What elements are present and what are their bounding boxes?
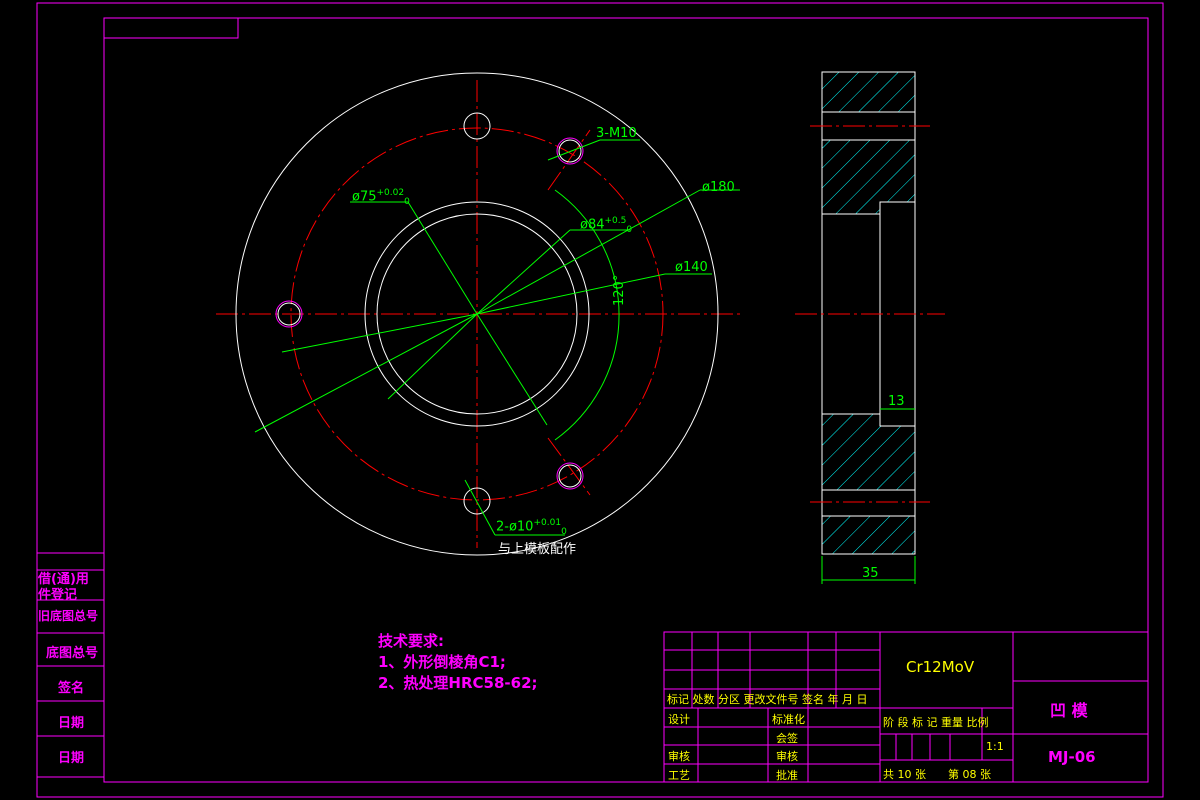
- design-label: 设计: [668, 713, 690, 726]
- standardize-label: 标准化: [772, 713, 805, 726]
- check-label: 审核: [776, 750, 798, 763]
- material: Cr12MoV: [906, 658, 975, 676]
- dia-84-dimension: ø84+0.50: [580, 216, 633, 235]
- approve-2-label: 批准: [776, 769, 798, 782]
- pin-note: 与上模板配作: [498, 542, 577, 557]
- side-view: [795, 71, 945, 584]
- thread-dimension: 3-M10: [596, 126, 637, 141]
- part-name: 凹 模: [1050, 701, 1088, 720]
- sheet-number: 第 08 张: [948, 768, 991, 781]
- drawing-number: MJ-06: [1048, 748, 1096, 766]
- revision-header: 标记 处数 分区 更改文件号 签名 年 月 日: [667, 693, 868, 706]
- dia-140-dimension: ø140: [675, 260, 708, 275]
- craft-label: 工艺: [668, 769, 690, 782]
- dia-75-dimension: ø75+0.020: [352, 188, 410, 207]
- left-col-label-4: 底图总号: [46, 646, 99, 661]
- stage-row: 阶 段 标 记 重量 比例: [883, 716, 989, 729]
- tech-req-item-1: 1、外形倒棱角C1;: [378, 653, 506, 671]
- left-col-label-5: 签名: [58, 681, 85, 696]
- dia-180-dimension: ø180: [702, 180, 735, 195]
- pin-hole-dimension: 2-ø10+0.010: [496, 518, 567, 537]
- front-view: [216, 72, 740, 556]
- approve-1-label: 会签: [776, 732, 798, 745]
- sheet-frame: [36, 2, 1164, 798]
- tech-req-item-2: 2、热处理HRC58-62;: [378, 674, 538, 692]
- angle-dimension: 120°: [612, 274, 627, 306]
- tech-req-heading: 技术要求:: [378, 632, 444, 650]
- depth-dimension: 13: [888, 394, 905, 409]
- scale: 1:1: [986, 740, 1004, 753]
- left-col-label-7: 日期: [58, 751, 85, 766]
- left-col-label-2: 件登记: [38, 588, 78, 603]
- left-col-label-3: 旧底图总号: [38, 609, 99, 623]
- total-sheets: 共 10 张: [883, 768, 926, 781]
- review-label: 审核: [668, 750, 690, 763]
- dimension-lines: [254, 139, 740, 536]
- thickness-dimension: 35: [862, 566, 879, 581]
- left-col-label-6: 日期: [58, 716, 85, 731]
- technical-drawing: [36, 2, 1164, 798]
